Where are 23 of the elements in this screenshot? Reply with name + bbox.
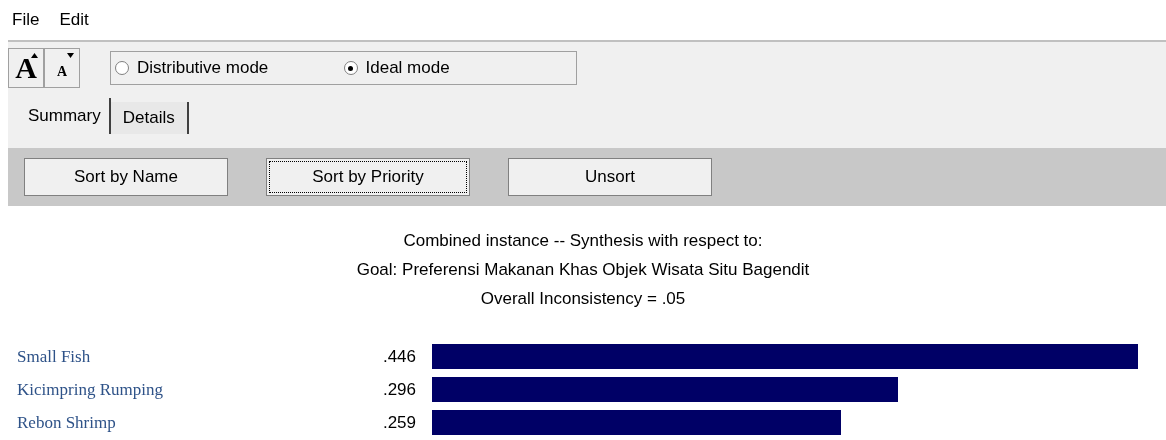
synthesis-heading: Goal: Preferensi Makanan Khas Objek Wisata Situ Bagendit	[356, 259, 810, 281]
synthesis-heading: Overall Inconsistency = .05	[480, 288, 686, 310]
alternative-name: Small Fish	[16, 345, 92, 368]
sort-button[interactable]: Sort by Priority	[266, 158, 470, 196]
menu-item[interactable]: Edit	[59, 7, 89, 33]
up-caret-icon	[31, 53, 38, 58]
decrease-font-button[interactable]: A	[44, 48, 80, 88]
increase-font-button[interactable]: A	[8, 48, 44, 88]
sort-button[interactable]: Unsort	[508, 158, 712, 196]
sort-button[interactable]: Sort by Name	[24, 158, 228, 196]
radio-button[interactable]	[343, 61, 358, 75]
alternative-name: Kicimpring Rumping	[16, 378, 164, 401]
down-caret-icon	[67, 53, 74, 58]
alternative-name: Rebon Shrimp	[16, 411, 117, 434]
priority-value: .446	[381, 345, 417, 368]
radio-label: Ideal mode	[365, 57, 450, 80]
menu-item[interactable]: File	[12, 7, 40, 33]
radio-label: Distributive mode	[137, 57, 269, 80]
radio-button[interactable]	[115, 61, 129, 75]
priority-value: .296	[381, 378, 417, 401]
priority-value: .259	[381, 411, 417, 434]
tab[interactable]: Details	[110, 102, 189, 134]
synthesis-heading: Combined instance -- Synthesis with respect to:	[403, 230, 763, 252]
